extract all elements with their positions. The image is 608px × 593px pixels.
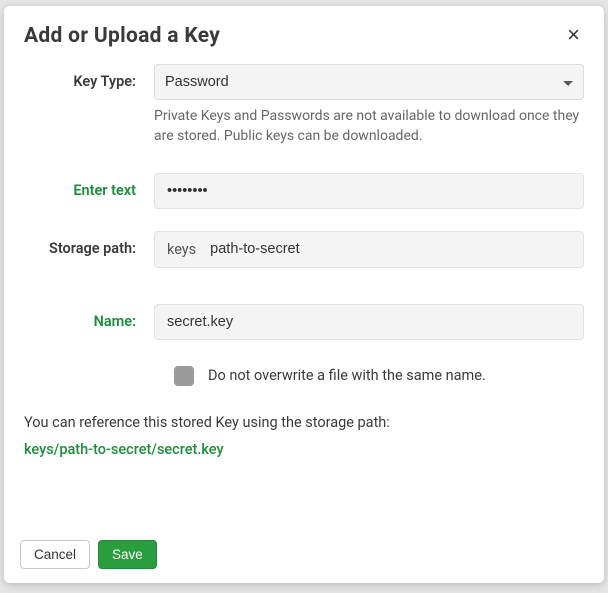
enter-text-input[interactable] xyxy=(154,173,584,209)
storage-path-group: keys xyxy=(154,231,584,268)
storage-path-input[interactable] xyxy=(204,232,583,266)
row-name: Name: xyxy=(24,304,584,340)
row-overwrite: Do not overwrite a file with the same na… xyxy=(174,366,584,386)
key-type-label: Key Type: xyxy=(24,64,154,90)
row-storage-path: Storage path: keys xyxy=(24,231,584,268)
storage-path-label: Storage path: xyxy=(24,231,154,257)
row-enter-text: Enter text xyxy=(24,173,584,209)
key-type-help: Private Keys and Passwords are not avail… xyxy=(154,106,584,147)
row-key-type: Key Type: Password Private Keys and Pass… xyxy=(24,64,584,165)
overwrite-label: Do not overwrite a file with the same na… xyxy=(208,367,486,384)
add-key-modal: Add or Upload a Key × Key Type: Password… xyxy=(4,6,604,583)
name-input[interactable] xyxy=(154,304,584,340)
save-button[interactable]: Save xyxy=(98,540,157,569)
key-type-select[interactable]: Password xyxy=(154,64,584,100)
reference-path: keys/path-to-secret/secret.key xyxy=(24,441,584,458)
modal-footer: Cancel Save xyxy=(4,526,604,583)
storage-path-prefix: keys xyxy=(155,232,204,267)
reference-intro: You can reference this stored Key using … xyxy=(24,414,584,431)
modal-title: Add or Upload a Key xyxy=(24,24,220,48)
overwrite-checkbox[interactable] xyxy=(174,366,194,386)
modal-body: Key Type: Password Private Keys and Pass… xyxy=(4,54,604,526)
enter-text-label: Enter text xyxy=(24,173,154,199)
cancel-button[interactable]: Cancel xyxy=(20,540,90,569)
close-icon[interactable]: × xyxy=(563,24,584,46)
name-label: Name: xyxy=(24,304,154,330)
modal-header: Add or Upload a Key × xyxy=(4,6,604,54)
